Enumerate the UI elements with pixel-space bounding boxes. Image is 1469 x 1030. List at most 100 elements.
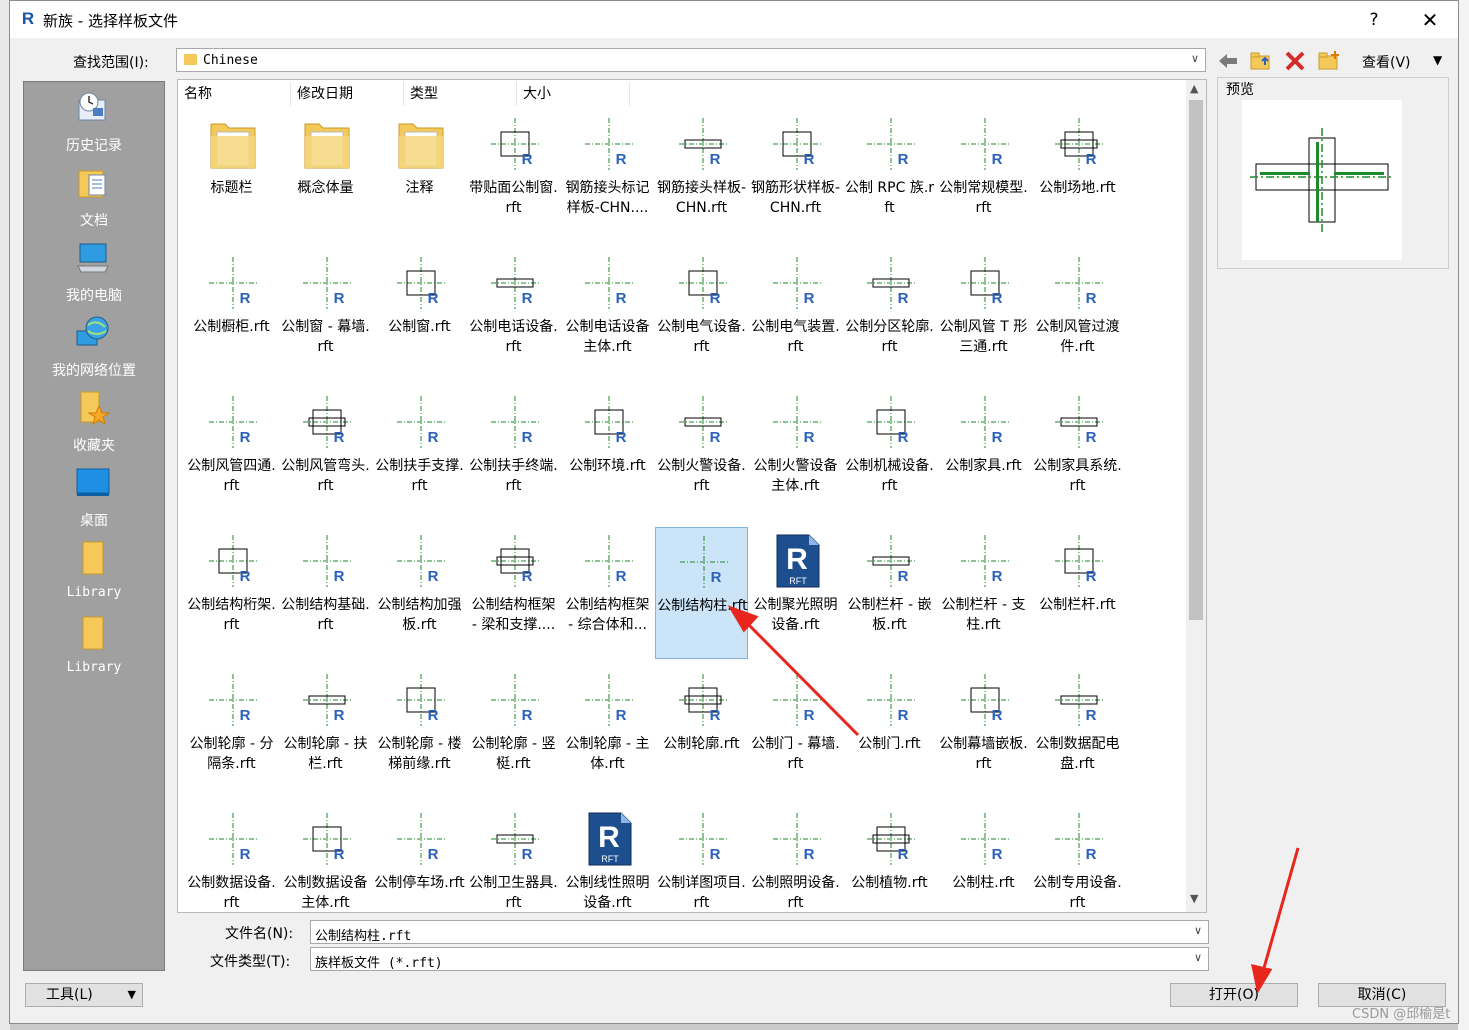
file-item[interactable]: R 公制场地.rft xyxy=(1031,110,1124,242)
file-item[interactable]: 注释 xyxy=(373,110,466,242)
lookin-combobox[interactable]: Chinese ∨ xyxy=(176,48,1206,72)
place-desktop[interactable]: 桌面 xyxy=(24,465,164,537)
file-item[interactable]: R 公制门 - 幕墙.rft xyxy=(749,666,842,798)
back-arrow-icon[interactable] xyxy=(1216,49,1240,73)
file-item[interactable]: R 公制结构加强板.rft xyxy=(373,527,466,659)
revit-badge-icon: R xyxy=(521,429,533,446)
file-item[interactable]: R 公制火警设备主体.rft xyxy=(749,388,842,520)
file-item-label: 公制风管过渡件.rft xyxy=(1035,319,1120,355)
chevron-down-icon[interactable]: ∨ xyxy=(1194,951,1202,964)
new-folder-icon[interactable] xyxy=(1317,49,1341,73)
file-item[interactable]: R 公制分区轮廓.rft xyxy=(843,249,936,381)
close-button[interactable]: ✕ xyxy=(1418,8,1442,32)
scroll-up-icon[interactable]: ▲ xyxy=(1190,82,1198,95)
file-item[interactable]: R RFT 公制线性照明设备.rft xyxy=(561,805,654,912)
file-item[interactable]: R 公制家具系统.rft xyxy=(1031,388,1124,520)
delete-icon[interactable] xyxy=(1283,49,1307,73)
help-button[interactable]: ? xyxy=(1362,8,1386,32)
file-item[interactable]: R 公制风管 T 形三通.rft xyxy=(937,249,1030,381)
file-item[interactable]: R 公制停车场.rft xyxy=(373,805,466,912)
file-item[interactable]: R 钢筋接头样板-CHN.rft xyxy=(655,110,748,242)
up-folder-icon[interactable] xyxy=(1249,49,1273,73)
file-item-label: 公制 RPC 族.rft xyxy=(844,180,935,216)
file-item[interactable]: R 公制轮廓.rft xyxy=(655,666,748,798)
file-item-label: 公制植物.rft xyxy=(851,875,928,891)
view-menu-button[interactable]: 查看(V) xyxy=(1362,52,1411,72)
file-item[interactable]: R 公制详图项目.rft xyxy=(655,805,748,912)
file-item[interactable]: R 公制 RPC 族.rft xyxy=(843,110,936,242)
file-item[interactable]: R 公制数据配电盘.rft xyxy=(1031,666,1124,798)
column-header-name[interactable]: 名称 xyxy=(178,82,291,106)
file-item[interactable]: R 公制植物.rft xyxy=(843,805,936,912)
place-my-computer[interactable]: 我的电脑 xyxy=(24,240,164,312)
column-header-modified[interactable]: 修改日期 xyxy=(291,82,404,106)
file-item[interactable]: R 钢筋接头标记样板-CHN.... xyxy=(561,110,654,242)
file-item[interactable]: R 公制电话设备.rft xyxy=(467,249,560,381)
file-item[interactable]: R 公制环境.rft xyxy=(561,388,654,520)
file-item[interactable]: R 公制结构框架 - 梁和支撑.... xyxy=(467,527,560,659)
file-item[interactable]: R 公制扶手支撑.rft xyxy=(373,388,466,520)
file-item[interactable]: R 公制电气装置.rft xyxy=(749,249,842,381)
file-item[interactable]: R 公制轮廓 - 竖梃.rft xyxy=(467,666,560,798)
file-item[interactable]: R 公制数据设备主体.rft xyxy=(279,805,372,912)
place-library-1[interactable]: Library xyxy=(24,540,164,612)
file-list-pane[interactable]: 名称 修改日期 类型 大小 标题栏 概念体量 注释 R 带贴面公制窗.rft R 钢筋接头标… xyxy=(177,79,1207,913)
file-item[interactable]: R 公制栏杆.rft xyxy=(1031,527,1124,659)
file-item[interactable]: R 公制轮廓 - 楼梯前缘.rft xyxy=(373,666,466,798)
column-header-size[interactable]: 大小 xyxy=(517,82,630,106)
file-item[interactable]: R RFT 公制聚光照明设备.rft xyxy=(749,527,842,659)
place-documents[interactable]: 文档 xyxy=(24,165,164,237)
file-item[interactable]: R 公制电气设备.rft xyxy=(655,249,748,381)
file-item[interactable]: R 公制扶手终端.rft xyxy=(467,388,560,520)
file-item[interactable]: R 公制栏杆 - 嵌板.rft xyxy=(843,527,936,659)
scroll-down-icon[interactable]: ▼ xyxy=(1190,892,1198,905)
place-library-2[interactable]: Library xyxy=(24,615,164,687)
filetype-select[interactable]: 族样板文件 (*.rft) ∨ xyxy=(310,947,1209,971)
file-item[interactable]: R 公制轮廓 - 主体.rft xyxy=(561,666,654,798)
file-item[interactable]: R 公制轮廓 - 分隔条.rft xyxy=(185,666,278,798)
file-item[interactable]: R 公制窗.rft xyxy=(373,249,466,381)
file-item[interactable]: R 公制照明设备.rft xyxy=(749,805,842,912)
file-item[interactable]: R 公制栏杆 - 支柱.rft xyxy=(937,527,1030,659)
file-item[interactable]: R 公制机械设备.rft xyxy=(843,388,936,520)
file-item[interactable]: R 公制风管弯头.rft xyxy=(279,388,372,520)
file-item[interactable]: R 公制电话设备主体.rft xyxy=(561,249,654,381)
file-item[interactable]: R 公制门.rft xyxy=(843,666,936,798)
file-item[interactable]: R 公制结构框架 - 综合体和... xyxy=(561,527,654,659)
file-item[interactable]: R 公制火警设备.rft xyxy=(655,388,748,520)
file-item[interactable]: R 公制橱柜.rft xyxy=(185,249,278,381)
file-item[interactable]: R 公制结构柱.rft xyxy=(655,527,748,659)
file-item[interactable]: R 公制轮廓 - 扶栏.rft xyxy=(279,666,372,798)
file-item[interactable]: R 带贴面公制窗.rft xyxy=(467,110,560,242)
file-item-label: 公制窗.rft xyxy=(388,319,451,335)
file-item[interactable]: R 公制结构桁架.rft xyxy=(185,527,278,659)
file-item[interactable]: R 公制数据设备.rft xyxy=(185,805,278,912)
vertical-scrollbar[interactable]: ▲ ▼ xyxy=(1186,80,1206,912)
file-item[interactable]: R 公制专用设备.rft xyxy=(1031,805,1124,912)
place-network[interactable]: 我的网络位置 xyxy=(24,315,164,387)
file-item[interactable]: R 公制结构基础.rft xyxy=(279,527,372,659)
file-item[interactable]: R 公制风管四通.rft xyxy=(185,388,278,520)
file-item[interactable]: R 公制家具.rft xyxy=(937,388,1030,520)
place-favorites[interactable]: 收藏夹 xyxy=(24,390,164,462)
file-item[interactable]: R 钢筋形状样板-CHN.rft xyxy=(749,110,842,242)
tools-button[interactable]: 工具(L) ▼ xyxy=(25,983,143,1007)
open-button[interactable]: 打开(O) xyxy=(1170,983,1298,1007)
file-item[interactable]: 标题栏 xyxy=(185,110,278,242)
folder-icon xyxy=(82,616,104,650)
file-item[interactable]: R 公制风管过渡件.rft xyxy=(1031,249,1124,381)
file-item[interactable]: R 公制常规模型.rft xyxy=(937,110,1030,242)
caret-down-icon[interactable]: ▼ xyxy=(1433,53,1442,67)
file-item[interactable]: R 公制窗 - 幕墙.rft xyxy=(279,249,372,381)
file-item-label: 公制分区轮廓.rft xyxy=(845,319,934,355)
file-item[interactable]: R 公制柱.rft xyxy=(937,805,1030,912)
file-item-label: 公制机械设备.rft xyxy=(845,458,934,494)
scroll-thumb[interactable] xyxy=(1189,100,1203,620)
chevron-down-icon[interactable]: ∨ xyxy=(1194,924,1202,937)
file-item[interactable]: R 公制卫生器具.rft xyxy=(467,805,560,912)
file-item[interactable]: 概念体量 xyxy=(279,110,372,242)
column-header-type[interactable]: 类型 xyxy=(404,82,517,106)
place-history[interactable]: 历史记录 xyxy=(24,90,164,162)
file-item[interactable]: R 公制幕墙嵌板.rft xyxy=(937,666,1030,798)
filename-input[interactable]: 公制结构柱.rft ∨ xyxy=(310,920,1209,944)
